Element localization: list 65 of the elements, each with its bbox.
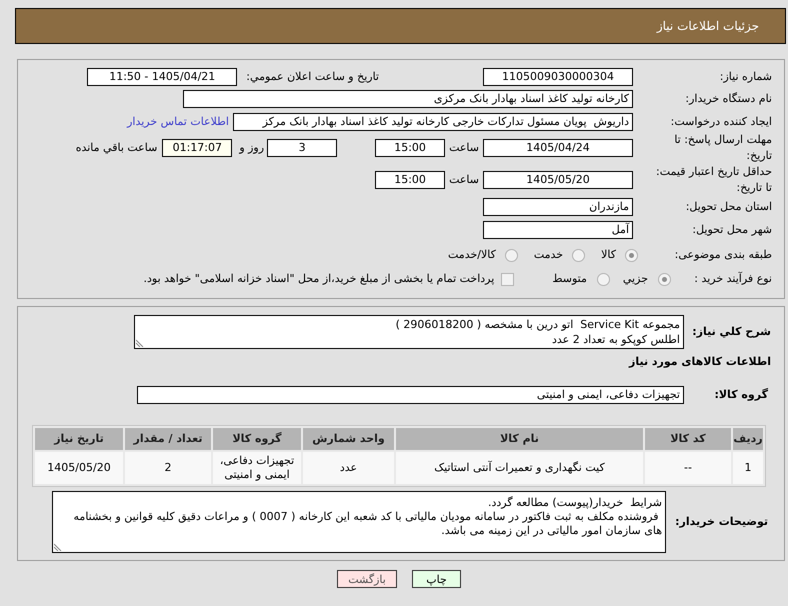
goods-group-field[interactable]: تجهیزات دفاعی، ایمنی و امنیتی (137, 386, 684, 404)
radio-button[interactable] (596, 272, 610, 286)
radio-label: متوسط (552, 272, 587, 285)
table-cell: -- (645, 452, 731, 484)
radio-button[interactable] (658, 272, 671, 286)
field-label: ساعت باقي مانده (76, 140, 158, 154)
description-field[interactable]: مجموعه Service Kit اتو درین با مشخصه ( 2906018200 ) اطلس کوپکو به تعداد 2 عدد (134, 315, 684, 349)
field-label: مهلت ارسال پاسخ: تا تاریخ: (674, 132, 772, 162)
province-field[interactable]: مازندران (483, 198, 633, 216)
field-label: ساعت (449, 172, 479, 186)
days-field[interactable]: 3 (267, 139, 338, 157)
field-label: نام دستگاه خریدار: (685, 92, 772, 105)
column-header: کد کالا (645, 428, 731, 450)
field-label: گروه کالا: (714, 388, 768, 401)
field-label: روز و (239, 140, 264, 154)
print-button[interactable]: چاپ (412, 570, 461, 588)
radio-label: کالا (601, 248, 616, 261)
column-header: ردیف (733, 428, 763, 450)
field-label: حداقل تاریخ اعتبار قیمت: تا تاریخ: (656, 164, 772, 194)
announcement-date-field[interactable]: 1405/04/21 - 11:50 (87, 68, 238, 86)
validity-time-field[interactable]: 15:00 (375, 171, 446, 189)
buyer-contact-link[interactable]: اطلاعات تماس خریدار (127, 114, 229, 130)
resize-grip-icon[interactable] (136, 339, 144, 347)
requester-field[interactable]: داریوش پویان مسئول تدارکات خارجی کارخانه تولید کاغذ اسناد بهادار بانک مرکز (233, 113, 633, 131)
field-label: شهر محل تحویل: (692, 222, 772, 236)
field-label: استان محل تحویل: (686, 200, 772, 213)
field-label: شرح کلي نیاز: (692, 324, 771, 338)
field-label: طبقه بندی موضوعی: (674, 248, 772, 261)
radio-button[interactable] (625, 248, 638, 262)
resize-grip-icon[interactable] (54, 543, 62, 551)
checkbox-label: پرداخت تمام یا بخشی از مبلغ خرید،از محل "اسناد خزانه اسلامی" خواهد بود. (144, 272, 494, 285)
column-header: واحد شمارش (303, 428, 394, 450)
field-label: شماره نیاز: (720, 70, 772, 83)
deadline-date-field[interactable]: 1405/04/24 (483, 139, 633, 157)
column-header: تاریخ نیاز (35, 428, 123, 450)
need-number-field[interactable]: 1105009030000304 (483, 68, 633, 86)
field-label: تاریخ و ساعت اعلان عمومي: (246, 70, 379, 83)
radio-label: خدمت (534, 248, 564, 261)
radio-button[interactable] (572, 248, 586, 262)
deadline-time-field[interactable]: 15:00 (375, 139, 446, 157)
radio-button[interactable] (504, 248, 518, 262)
field-label: توضیحات خریدار: (675, 514, 768, 528)
column-header: گروه کالا (213, 428, 301, 450)
table-cell: عدد (303, 452, 394, 484)
checkbox[interactable] (501, 272, 514, 286)
city-field[interactable]: آمل (483, 221, 633, 239)
table-cell: 1405/05/20 (35, 452, 123, 484)
column-header: نام کالا (396, 428, 643, 450)
table-cell: تجهیزات دفاعی، ایمنی و امنیتی (213, 452, 301, 484)
radio-label: جزيي (622, 272, 648, 285)
back-button[interactable]: بازگشت (337, 570, 397, 588)
buyer-org-field[interactable]: کارخانه تولید کاغذ اسناد بهادار بانک مرکزی (183, 90, 633, 108)
page-title: جزئیات اطلاعات نیاز (656, 18, 759, 35)
buyer-notes-field[interactable]: شرایط خریدار(پیوست) مطالعه گردد. فروشنده مکلف به ثبت فاکتور در سامانه مودیان مالیاتی با کد شعبه این کارخانه ( 0007 ) و مراعات دقیق کلیه قوانین و بخشنامه های سازمان امور مالیاتی در این زمینه می باشد. (52, 491, 666, 553)
remaining-time-field[interactable]: 01:17:07 (162, 139, 232, 157)
table-cell: 1 (733, 452, 763, 484)
field-label: نوع فرآیند خرید : (694, 272, 772, 285)
field-label: ساعت (449, 140, 479, 154)
field-label: ایجاد کننده درخواست: (670, 114, 772, 128)
section-heading: اطلاعات کالاهای مورد نیاز (629, 355, 771, 369)
validity-date-field[interactable]: 1405/05/20 (483, 171, 633, 189)
radio-label: کالا/خدمت (448, 248, 496, 261)
table-cell: 2 (125, 452, 211, 484)
column-header: تعداد / مقدار (125, 428, 211, 450)
table-cell: کیت نگهداری و تعمیرات آنتی استاتیک (396, 452, 643, 484)
